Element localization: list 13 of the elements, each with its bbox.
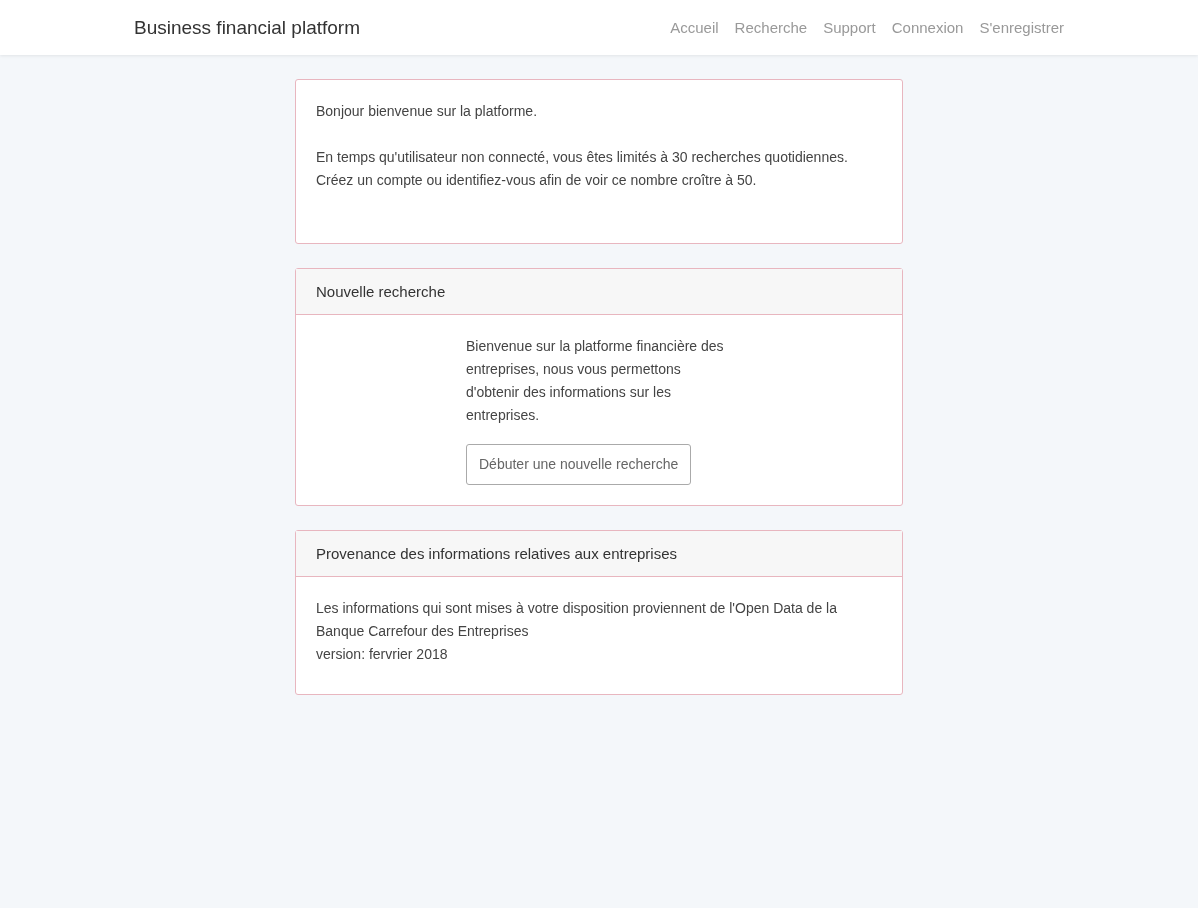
nav-link[interactable]: S'enregistrer [979,19,1064,36]
nav-link[interactable]: Support [823,19,876,36]
welcome-text: En temps qu'utilisateur non connecté, vous êtes limités à 30 recherches quotidiennes. Créez un compte ou identifiez-vous afin de voir ce nombre croître à 50. [316,148,849,190]
new-search-button[interactable]: Débuter une nouvelle recherche [466,444,692,485]
welcome-text: Bonjour bienvenue sur la platforme. [316,102,539,121]
nav-link[interactable]: Accueil [670,19,719,36]
card-header: Nouvelle recherche [296,269,902,315]
intro-text: Bienvenue sur la platforme financière des entreprises, nous vous permettons d'obtenir des informations sur les entreprises. [466,337,725,425]
source-text: version: fervrier 2018 [316,645,449,664]
nav-link[interactable]: Connexion [891,19,964,36]
nav-link[interactable]: Recherche [734,19,808,36]
brand-title[interactable]: Business financial platform [134,16,360,39]
card-header: Provenance des informations relatives aux entreprises [296,531,902,577]
